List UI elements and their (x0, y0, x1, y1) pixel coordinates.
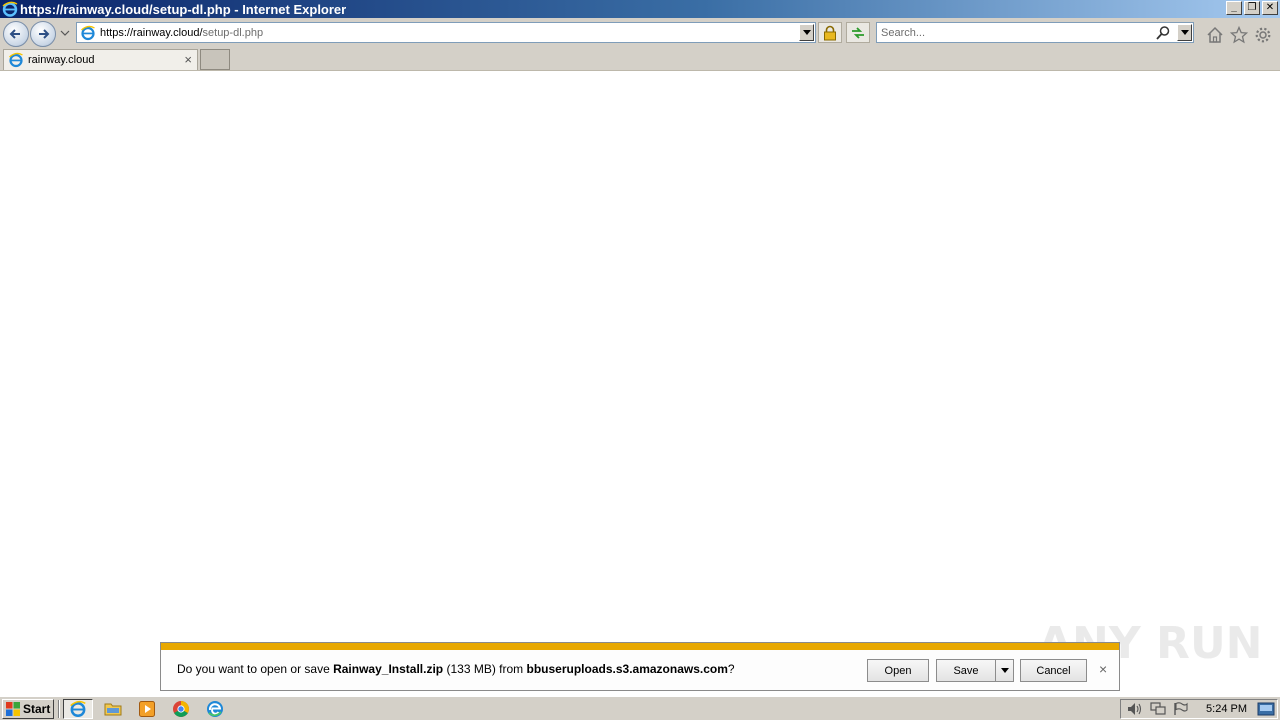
close-button[interactable]: ✕ (1262, 1, 1278, 15)
page-ie-icon (81, 25, 95, 40)
download-notification-bar: Do you want to open or save Rainway_Inst… (160, 642, 1120, 691)
refresh-button[interactable] (846, 22, 870, 43)
window-title-bar[interactable]: https://rainway.cloud/setup-dl.php - Int… (0, 0, 1280, 18)
tab-close-button[interactable]: × (184, 53, 192, 66)
url-path: setup-dl.php (202, 26, 264, 39)
new-tab-button[interactable] (200, 49, 230, 70)
taskbar-explorer-button[interactable] (98, 699, 128, 719)
download-source: bbuseruploads.s3.amazonaws.com (526, 662, 728, 676)
save-options-dropdown[interactable] (995, 659, 1014, 682)
volume-icon[interactable] (1126, 701, 1144, 717)
favorites-button[interactable] (1229, 25, 1249, 45)
notification-accent-strip (161, 643, 1119, 650)
windows-logo-icon (6, 702, 20, 716)
taskbar-separator (58, 700, 60, 718)
taskbar-edge-button[interactable] (200, 699, 230, 719)
search-icon[interactable] (1155, 25, 1171, 41)
start-button[interactable]: Start (2, 699, 54, 719)
forward-button[interactable] (30, 21, 56, 47)
show-desktop-icon[interactable] (1257, 702, 1275, 716)
home-icon (1207, 26, 1223, 43)
taskbar-chrome-button[interactable] (166, 699, 196, 719)
forward-arrow-icon (39, 29, 50, 39)
tab-bar: rainway.cloud × (0, 48, 1280, 71)
start-label: Start (23, 702, 51, 716)
tab-label: rainway.cloud (28, 54, 95, 66)
tools-button[interactable] (1253, 25, 1273, 45)
minimize-button[interactable]: _ (1226, 1, 1242, 15)
back-button[interactable] (3, 21, 29, 47)
system-tray: 5:24 PM (1120, 699, 1278, 719)
home-button[interactable] (1205, 25, 1225, 45)
security-lock-button[interactable] (818, 22, 842, 43)
star-icon (1230, 26, 1248, 44)
taskbar: Start 5:24 PM (0, 696, 1280, 720)
clock[interactable]: 5:24 PM (1206, 703, 1247, 715)
lock-icon (824, 25, 836, 40)
ie-icon (2, 1, 18, 17)
url-host: https://rainway.cloud/ (100, 26, 203, 39)
chrome-icon (173, 701, 189, 717)
recent-pages-dropdown-icon[interactable] (60, 28, 70, 38)
open-button[interactable]: Open (867, 659, 929, 682)
chevron-down-icon (802, 29, 811, 35)
save-button[interactable]: Save (936, 659, 996, 682)
tab-rainway-cloud[interactable]: rainway.cloud × (3, 49, 198, 70)
search-input[interactable] (881, 24, 1151, 41)
cancel-button[interactable]: Cancel (1020, 659, 1087, 682)
ie-icon (70, 700, 86, 717)
search-box[interactable] (876, 22, 1194, 43)
restore-button[interactable]: ❐ (1244, 1, 1260, 15)
network-icon[interactable] (1149, 701, 1167, 717)
tab-ie-icon (9, 52, 23, 68)
refresh-icon (852, 26, 864, 39)
window-title: https://rainway.cloud/setup-dl.php - Int… (20, 1, 347, 17)
navigation-bar: https://rainway.cloud/setup-dl.php (0, 18, 1280, 48)
taskbar-media-player-button[interactable] (132, 699, 162, 719)
download-message: Do you want to open or save Rainway_Inst… (177, 662, 735, 676)
download-filename: Rainway_Install.zip (333, 662, 444, 676)
chevron-down-icon (1000, 667, 1009, 673)
back-arrow-icon (9, 29, 20, 39)
gear-icon (1255, 27, 1271, 43)
search-dropdown-button[interactable] (1177, 24, 1192, 41)
media-player-icon (139, 701, 155, 717)
page-content (0, 71, 1280, 689)
notification-close-button[interactable]: × (1099, 662, 1107, 676)
edge-icon (207, 701, 223, 717)
action-center-flag-icon[interactable] (1172, 701, 1190, 717)
taskbar-ie-button[interactable] (63, 699, 93, 719)
address-bar[interactable]: https://rainway.cloud/setup-dl.php (76, 22, 816, 43)
folder-icon (104, 703, 122, 716)
chevron-down-icon (1180, 29, 1189, 35)
address-dropdown-button[interactable] (799, 24, 814, 41)
